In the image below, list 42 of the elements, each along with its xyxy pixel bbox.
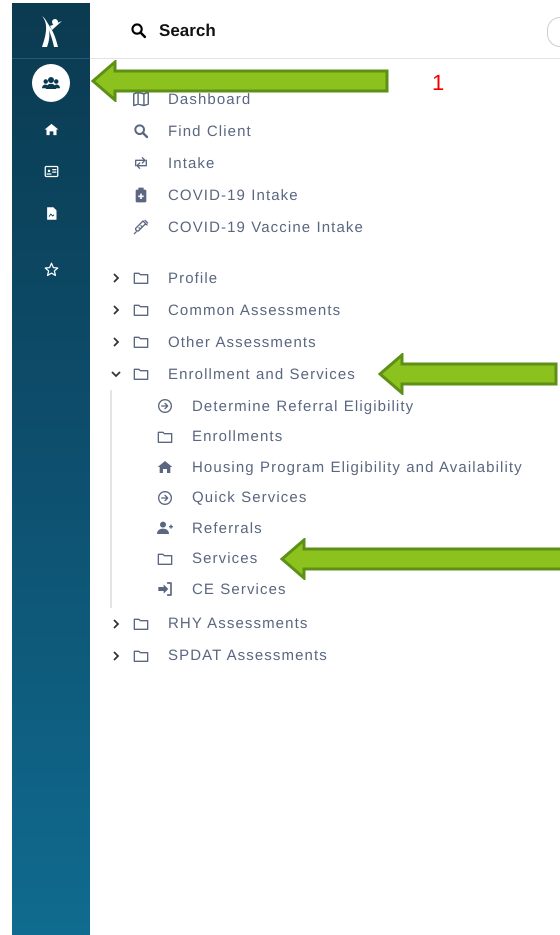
search-title: Search [159, 20, 216, 40]
nav-link[interactable]: Quick Services [192, 489, 308, 506]
syringe-icon [133, 219, 149, 235]
clipboard-icon [133, 187, 149, 203]
swap-arrows-icon [133, 155, 149, 171]
id-card-icon [44, 164, 58, 178]
nav-link[interactable]: Dashboard [168, 90, 252, 108]
callout-number: 1 [432, 70, 444, 96]
folder-item[interactable]: SPDAT Assessments [168, 647, 328, 664]
chevron-right-icon[interactable] [111, 618, 121, 628]
arrow-circle-icon [157, 398, 173, 414]
nav-link[interactable]: Services [192, 550, 258, 568]
user-plus-icon [155, 520, 175, 536]
home-icon [44, 122, 58, 136]
folder-item[interactable]: Profile [168, 270, 218, 286]
chevron-right-icon[interactable] [111, 273, 121, 283]
chevron-right-icon[interactable] [111, 650, 121, 660]
search-icon [133, 123, 149, 139]
nav-link[interactable]: Intake [168, 154, 216, 172]
search-icon [130, 22, 147, 39]
folder-item[interactable]: Other Assessments [168, 334, 317, 350]
nav-link[interactable]: Determine Referral Eligibility [192, 398, 414, 415]
chevron-right-icon[interactable] [111, 337, 121, 347]
map-icon [133, 91, 149, 107]
nav-link[interactable]: Housing Program Eligibility and Availability [192, 458, 523, 476]
arrow-circle-icon [157, 490, 173, 506]
nav-link[interactable]: COVID-19 Intake [168, 186, 299, 204]
nav-link[interactable]: Find Client [168, 122, 252, 140]
people-icon [42, 74, 60, 92]
folder-item[interactable]: Enrollment and Services [168, 366, 356, 382]
home-icon [157, 459, 173, 476]
search-field[interactable] [547, 17, 560, 47]
rail-button[interactable] [32, 64, 70, 102]
chevron-down-icon[interactable] [111, 369, 121, 379]
nav-link[interactable]: CE Services [192, 580, 287, 598]
folder-item[interactable]: RHY Assessments [168, 615, 308, 632]
nav-link[interactable]: Enrollments [192, 428, 284, 446]
folder-item[interactable]: Common Assessments [168, 302, 342, 318]
star-icon [44, 262, 58, 276]
nav-link[interactable]: COVID-19 Vaccine Intake [168, 218, 364, 236]
nav-link[interactable]: Referrals [192, 520, 263, 537]
chevron-right-icon[interactable] [111, 305, 121, 315]
